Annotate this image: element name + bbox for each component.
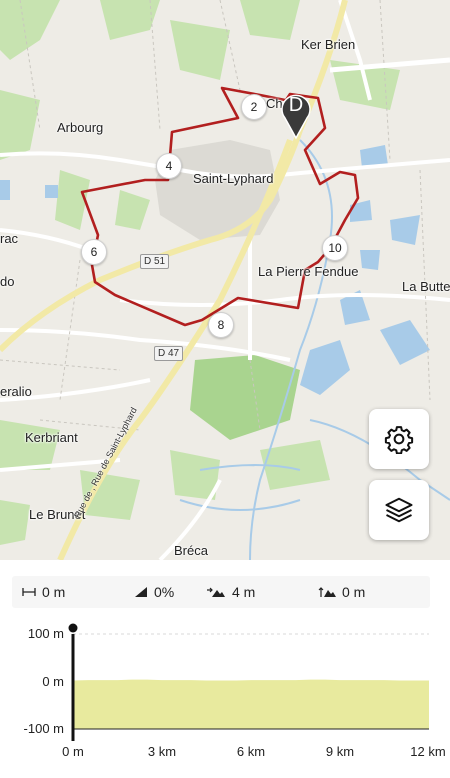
y-tick-label: 0 m <box>42 674 64 689</box>
stat-elevation-max: 0 m <box>318 584 365 600</box>
place-do: do <box>0 274 15 289</box>
place-eralio: eralio <box>0 384 32 399</box>
place-arbourg: Arbourg <box>57 120 104 135</box>
x-tick-label: 12 km <box>410 744 446 759</box>
km-marker-10[interactable]: 10 <box>322 235 348 261</box>
place-ker-brien: Ker Brien <box>301 37 356 52</box>
elevation-profile-chart[interactable]: 100 m 0 m -100 m 0 m 3 km 6 km 9 km 12 k… <box>0 615 450 773</box>
gear-icon <box>384 426 414 454</box>
elevation-area <box>73 679 429 729</box>
stat-elevation-max-value: 0 m <box>342 584 366 600</box>
elevation-gain-icon <box>207 587 225 597</box>
start-pin-label: D <box>288 94 304 116</box>
x-tick-label: 6 km <box>236 744 266 759</box>
layers-icon <box>385 497 413 523</box>
slope-icon <box>135 587 147 597</box>
km-marker-2[interactable]: 2 <box>241 94 267 120</box>
map-base <box>0 0 450 560</box>
stat-elevation-gain-value: 4 m <box>232 584 256 600</box>
x-tick-label: 0 m <box>62 744 84 759</box>
km-marker-8[interactable]: 8 <box>208 312 234 338</box>
y-tick-label: -100 m <box>23 721 64 736</box>
stat-distance: 0 m <box>22 584 65 600</box>
elevation-max-icon <box>318 587 336 597</box>
stats-bar: 0 m 0% 4 m 0 m <box>12 576 430 608</box>
start-pin[interactable]: D <box>280 90 312 140</box>
place-kerbriant: Kerbriant <box>25 430 78 445</box>
place-rac: rac <box>0 231 19 246</box>
map-view[interactable]: Ker Brien Arbourg Saint-Lyphard La Pierr… <box>0 0 450 560</box>
distance-icon <box>22 588 36 596</box>
road-shield-d51: D 51 <box>140 254 170 269</box>
x-tick-label: 3 km <box>147 744 177 759</box>
layers-button[interactable] <box>369 480 429 540</box>
km-marker-4[interactable]: 4 <box>156 153 182 179</box>
km-marker-6[interactable]: 6 <box>81 239 107 265</box>
stat-slope: 0% <box>134 584 174 600</box>
place-la-butte: La Butte <box>402 279 450 294</box>
settings-button[interactable] <box>369 409 429 469</box>
stat-distance-value: 0 m <box>42 584 66 600</box>
place-breca: Bréca <box>174 543 208 558</box>
y-tick-label: 100 m <box>27 626 64 641</box>
stat-elevation-gain: 4 m <box>206 584 255 600</box>
stat-slope-value: 0% <box>154 584 175 600</box>
place-la-pierre-fendue: La Pierre Fendue <box>258 264 359 279</box>
position-cursor-handle[interactable] <box>68 623 78 633</box>
x-tick-label: 9 km <box>325 744 355 759</box>
place-saint-lyphard: Saint-Lyphard <box>193 171 274 186</box>
road-shield-d47: D 47 <box>154 346 184 361</box>
